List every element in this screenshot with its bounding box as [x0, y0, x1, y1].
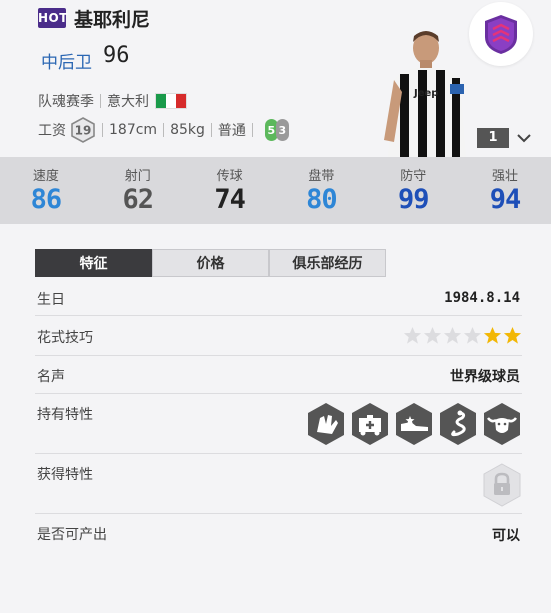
info-row: 工资 19 187cm 85kg 普通 5 3 [38, 116, 289, 144]
row-label: 名声 [37, 369, 65, 385]
stat-value: 80 [306, 184, 338, 215]
weight-label: 85kg [170, 122, 205, 138]
tab-traits[interactable]: 特征 [35, 249, 152, 277]
stat-value: 62 [122, 184, 154, 215]
player-header: HOT 基耶利尼 中后卫 96 队魂赛季 意大利 工资 19 187cm 85k… [0, 0, 551, 157]
stat-label: 速度 [32, 169, 59, 184]
tab-price[interactable]: 价格 [152, 249, 269, 277]
divider [210, 123, 212, 137]
star-empty-icon [403, 326, 422, 344]
row-label: 获得特性 [37, 467, 93, 483]
row-birthday: 生日 1984.8.14 [35, 280, 522, 316]
player-photo: Jeep [378, 30, 472, 157]
stat-label: 防守 [400, 169, 427, 184]
star-empty-icon [443, 326, 462, 344]
meta-row: 队魂赛季 意大利 [38, 91, 187, 111]
reputation-value: 世界级球员 [450, 369, 520, 385]
stat-value: 74 [214, 184, 246, 215]
stat-label: 射门 [124, 169, 151, 184]
skill-stars [402, 326, 522, 345]
stat-physical: 强壮 94 [459, 157, 551, 224]
tab-club-history[interactable]: 俱乐部经历 [269, 249, 386, 277]
italy-flag-icon [155, 93, 187, 109]
star-filled-icon [503, 326, 522, 344]
height-label: 187cm [109, 122, 158, 138]
club-logo[interactable] [469, 2, 533, 66]
player-position: 中后卫 [41, 53, 92, 73]
divider [102, 123, 103, 137]
star-filled-icon [483, 326, 502, 344]
body-type-label: 普通 [217, 123, 246, 139]
wage-hex-icon: 19 [70, 117, 96, 143]
stat-defending: 防守 99 [367, 157, 459, 224]
nationality-label: 意大利 [107, 94, 149, 110]
producible-value: 可以 [492, 528, 520, 544]
detail-tabs: 特征 价格 俱乐部经历 [35, 249, 386, 277]
bull-icon[interactable] [482, 402, 522, 446]
row-label: 持有特性 [37, 407, 93, 423]
row-skill-moves: 花式技巧 [35, 316, 522, 356]
divider [251, 123, 253, 137]
stat-passing: 传球 74 [184, 157, 276, 224]
star-empty-icon [463, 326, 482, 344]
birthday-value: 1984.8.14 [444, 290, 520, 306]
wage-value: 19 [75, 124, 92, 138]
hot-badge: HOT [38, 8, 67, 28]
chevron-down-icon[interactable] [514, 128, 534, 148]
overall-rating: 96 [103, 43, 130, 68]
skill-foot-value: 3 [275, 119, 289, 141]
wage-label: 工资 [38, 123, 66, 139]
stat-label: 强壮 [492, 169, 519, 184]
detail-list: 生日 1984.8.14 花式技巧 名声 世界级球员 持有特性 获得特性 是否可… [35, 280, 522, 554]
row-label: 生日 [37, 292, 65, 308]
season-label: 队魂赛季 [38, 94, 94, 110]
row-producible: 是否可产出 可以 [35, 514, 522, 554]
divider [100, 94, 101, 108]
ambulance-icon[interactable] [350, 402, 390, 446]
boot-star-icon[interactable] [394, 402, 434, 446]
player-name: 基耶利尼 [74, 9, 151, 31]
trait-icons [302, 402, 522, 446]
stat-shooting: 射门 62 [92, 157, 184, 224]
stat-dribbling: 盘带 80 [275, 157, 367, 224]
row-label: 花式技巧 [37, 330, 93, 346]
row-label: 是否可产出 [37, 527, 107, 543]
svg-text:Jeep: Jeep [413, 88, 438, 99]
stat-value: 94 [489, 184, 522, 215]
divider [163, 123, 165, 137]
row-reputation: 名声 世界级球员 [35, 356, 522, 394]
stat-value: 99 [397, 184, 430, 215]
snake-icon[interactable] [438, 402, 478, 446]
glove-icon[interactable] [306, 402, 346, 446]
stats-bar: 速度 86 射门 62 传球 74 盘带 80 防守 99 强壮 94 [0, 157, 551, 224]
foot-rating: 5 3 [264, 119, 289, 141]
stat-label: 盘带 [308, 169, 335, 184]
row-traits: 持有特性 [35, 394, 522, 454]
stat-label: 传球 [216, 169, 243, 184]
stat-pace: 速度 86 [0, 157, 92, 224]
star-empty-icon [423, 326, 442, 344]
lock-icon [483, 463, 521, 507]
level-badge[interactable]: 1 [477, 128, 509, 148]
stat-value: 86 [30, 184, 63, 215]
row-acquired-traits: 获得特性 [35, 454, 522, 514]
